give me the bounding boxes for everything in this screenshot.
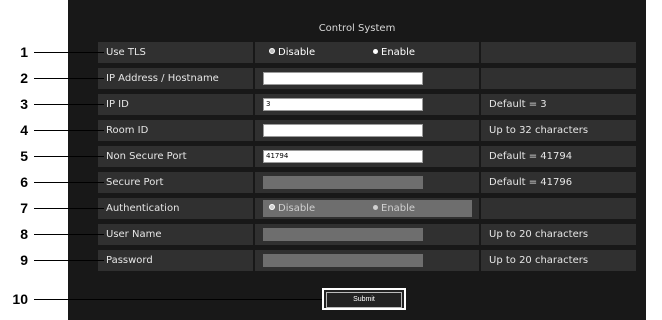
field-note: Default = 3	[489, 99, 547, 110]
note-cell	[481, 198, 636, 219]
callout-number: 4	[20, 122, 28, 138]
radio-label: Disable	[278, 203, 316, 214]
ip-address-hostname-input[interactable]	[263, 72, 423, 85]
row-authentication: Authentication Disable Enable	[98, 198, 636, 219]
row-user-name: User Name Up to 20 characters	[98, 224, 636, 245]
submit-button[interactable]: Submit	[322, 288, 406, 310]
callout-number: 3	[20, 96, 28, 112]
control-cell	[255, 250, 479, 271]
field-note: Up to 32 characters	[489, 125, 589, 136]
callout-number: 5	[20, 148, 28, 164]
password-input	[263, 254, 423, 267]
label-cell: Use TLS	[98, 42, 253, 63]
callout-line	[34, 78, 104, 79]
callout-number: 9	[20, 252, 28, 268]
callout-line	[34, 130, 104, 131]
field-label: User Name	[106, 229, 162, 240]
control-cell: 3	[255, 94, 479, 115]
field-label: Secure Port	[106, 177, 164, 188]
field-label: Password	[106, 255, 153, 266]
callout-number: 2	[20, 70, 28, 86]
panel-title: Control System	[318, 23, 396, 34]
row-secure-port: Secure Port Default = 41796	[98, 172, 636, 193]
radio-dot-icon	[269, 204, 275, 210]
control-cell: Disable Enable	[255, 198, 479, 219]
radio-dot-icon	[269, 48, 275, 54]
radio-label: Enable	[381, 203, 416, 214]
field-label: Room ID	[106, 125, 149, 136]
callout-number: 1	[20, 44, 28, 60]
secure-port-input	[263, 176, 423, 189]
label-cell: Authentication	[98, 198, 253, 219]
radio-dot-icon	[373, 49, 378, 54]
control-cell	[255, 224, 479, 245]
callout-line	[34, 260, 104, 261]
note-cell: Default = 3	[481, 94, 636, 115]
label-cell: User Name	[98, 224, 253, 245]
callout-number: 10	[12, 291, 28, 307]
label-cell: IP Address / Hostname	[98, 68, 253, 89]
field-note: Default = 41796	[489, 177, 573, 188]
field-note: Up to 20 characters	[489, 229, 589, 240]
callout-line	[34, 234, 104, 235]
field-label: Non Secure Port	[106, 151, 187, 162]
control-cell	[255, 120, 479, 141]
control-cell	[255, 172, 479, 193]
non-secure-port-input[interactable]: 41794	[263, 150, 423, 163]
field-note: Up to 20 characters	[489, 255, 589, 266]
use-tls-disable-radio[interactable]: Disable	[269, 42, 315, 63]
authentication-disable-radio: Disable	[269, 200, 315, 217]
callout-line	[34, 182, 104, 183]
row-room-id: Room ID Up to 32 characters	[98, 120, 636, 141]
field-note: Default = 41794	[489, 151, 573, 162]
control-cell: Disable Enable	[255, 42, 479, 63]
field-label: IP Address / Hostname	[106, 73, 219, 84]
label-cell: Non Secure Port	[98, 146, 253, 167]
user-name-input	[263, 228, 423, 241]
control-cell	[255, 68, 479, 89]
row-ip-address-hostname: IP Address / Hostname	[98, 68, 636, 89]
callout-number: 6	[20, 174, 28, 190]
callout-line	[34, 156, 104, 157]
label-cell: Room ID	[98, 120, 253, 141]
authentication-enable-radio: Enable	[373, 200, 415, 217]
row-password: Password Up to 20 characters	[98, 250, 636, 271]
field-label: IP ID	[106, 99, 129, 110]
note-cell: Up to 20 characters	[481, 250, 636, 271]
callout-number: 7	[20, 200, 28, 216]
note-cell: Up to 32 characters	[481, 120, 636, 141]
authentication-radio-group: Disable Enable	[263, 200, 472, 217]
callout-line	[34, 104, 104, 105]
control-cell: 41794	[255, 146, 479, 167]
label-cell: Password	[98, 250, 253, 271]
row-use-tls: Use TLS Disable Enable	[98, 42, 636, 63]
field-label: Authentication	[106, 203, 180, 214]
note-cell	[481, 68, 636, 89]
callout-line	[34, 208, 104, 209]
ip-id-input[interactable]: 3	[263, 98, 423, 111]
callout-line	[34, 299, 324, 300]
use-tls-enable-radio[interactable]: Enable	[373, 42, 415, 63]
label-cell: IP ID	[98, 94, 253, 115]
label-cell: Secure Port	[98, 172, 253, 193]
note-cell	[481, 42, 636, 63]
field-label: Use TLS	[106, 47, 146, 58]
radio-dot-icon	[373, 205, 378, 210]
radio-label: Disable	[278, 47, 316, 58]
room-id-input[interactable]	[263, 124, 423, 137]
row-ip-id: IP ID 3 Default = 3	[98, 94, 636, 115]
note-cell: Default = 41796	[481, 172, 636, 193]
note-cell: Up to 20 characters	[481, 224, 636, 245]
row-non-secure-port: Non Secure Port 41794 Default = 41794	[98, 146, 636, 167]
note-cell: Default = 41794	[481, 146, 636, 167]
submit-button-label: Submit	[326, 292, 402, 308]
radio-label: Enable	[381, 47, 416, 58]
callout-number: 8	[20, 226, 28, 242]
callout-line	[34, 52, 104, 53]
